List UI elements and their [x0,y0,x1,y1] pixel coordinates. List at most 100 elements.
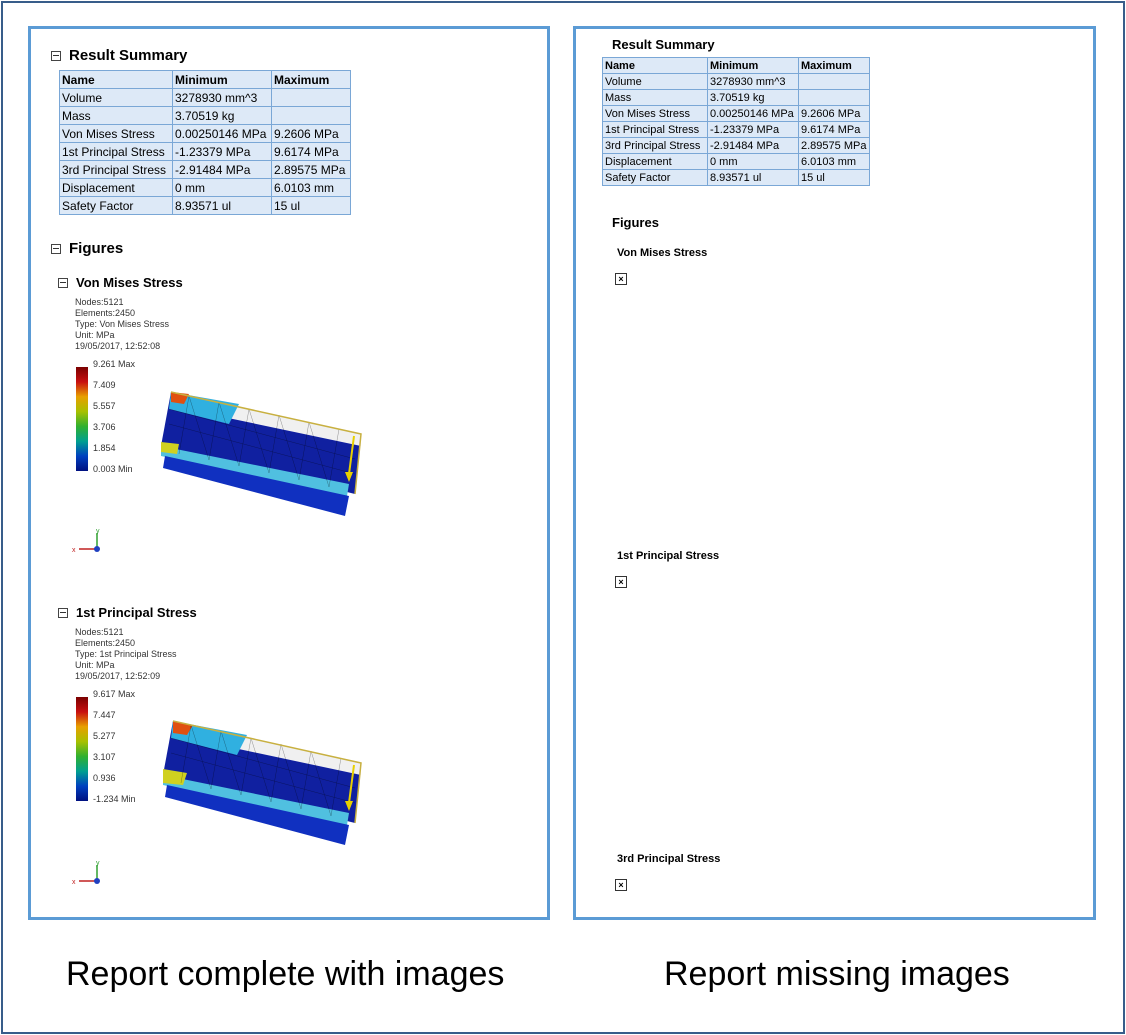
table-cell: -2.91484 MPa [172,160,272,179]
collapse-icon[interactable] [51,50,61,61]
table-row: Mass 3.70519 kg [59,106,351,125]
table-cell: 6.0103 mm [271,178,351,197]
column-header: Name [602,57,708,74]
broken-image-icon: × [615,576,627,588]
legend-label: 9.261 Max [93,359,136,369]
table-cell: -1.23379 MPa [172,142,272,161]
figure-heading-3rd-principal: 3rd Principal Stress [617,853,721,865]
table-cell: Von Mises Stress [602,105,708,122]
collapse-icon[interactable] [58,277,68,288]
table-row: Safety Factor 8.93571 ul 15 ul [59,196,351,215]
triad-y-label: y [96,528,100,535]
table-cell: 3.70519 kg [707,89,799,106]
table-cell: Safety Factor [602,169,708,186]
collapse-icon[interactable] [51,243,61,254]
table-row: 3rd Principal Stress -2.91484 MPa 2.89575 … [602,137,870,154]
table-cell: 15 ul [798,169,870,186]
table-header-row: Name Minimum Maximum [59,70,351,89]
legend-label: 9.617 Max [93,689,136,699]
triad-x-label: x [72,547,76,554]
legend-label: 7.409 [93,380,116,390]
caption-left: Report complete with images [66,955,505,993]
table-cell: -1.23379 MPa [707,121,799,138]
figures-heading: Figures [612,215,659,230]
result-summary-table: Name Minimum Maximum Volume 3278930 mm^3 Mass… [602,57,870,186]
table-cell: Displacement [59,178,173,197]
legend-label: -1.234 Min [93,794,136,804]
table-row: 1st Principal Stress -1.23379 MPa 9.6174 M… [59,142,351,161]
table-cell: 3rd Principal Stress [59,160,173,179]
triad-y-label: y [96,860,100,867]
table-cell: 6.0103 mm [798,153,870,170]
table-cell [798,89,870,106]
table-cell: Safety Factor [59,196,173,215]
result-summary-heading[interactable]: Result Summary [51,47,187,64]
table-row: Safety Factor 8.93571 ul 15 ul [602,169,870,186]
figures-heading[interactable]: Figures [51,240,123,257]
table-cell: Mass [602,89,708,106]
legend-label: 3.107 [93,752,116,762]
broken-image-icon: × [615,879,627,891]
legend-label: 1.854 [93,443,116,453]
table-cell: Volume [59,88,173,107]
table-cell: 1st Principal Stress [59,142,173,161]
table-row: Mass 3.70519 kg [602,89,870,106]
table-cell: 15 ul [271,196,351,215]
color-legend-bar [76,697,88,801]
table-cell: 9.6174 MPa [798,121,870,138]
report-missing-panel: Result Summary Name Minimum Maximum Volume 3… [573,26,1096,920]
table-cell: 8.93571 ul [707,169,799,186]
table-cell: Mass [59,106,173,125]
table-cell [271,88,351,107]
broken-image-icon: × [615,273,627,285]
table-cell: 3278930 mm^3 [172,88,272,107]
legend-label: 5.557 [93,401,116,411]
report-complete-panel: Result Summary Name Minimum Maximum Volume 3… [28,26,550,920]
collapse-icon[interactable] [58,607,68,618]
table-cell [798,73,870,90]
triad-x-label: x [72,879,76,886]
stress-model-image [163,720,362,845]
figure-heading-1st-principal[interactable]: 1st Principal Stress [58,605,197,620]
legend-label: 0.003 Min [93,464,133,474]
table-cell: Von Mises Stress [59,124,173,143]
table-cell: 3.70519 kg [172,106,272,125]
figure-heading-von-mises: Von Mises Stress [617,247,708,259]
result-summary-table: Name Minimum Maximum Volume 3278930 mm^3 Mass… [59,70,351,215]
result-summary-heading: Result Summary [612,37,715,52]
caption-right: Report missing images [664,955,1010,993]
column-header: Maximum [798,57,870,74]
table-row: Volume 3278930 mm^3 [602,73,870,90]
table-header-row: Name Minimum Maximum [602,57,870,74]
axis-triad-icon: y x [72,528,100,554]
table-row: Volume 3278930 mm^3 [59,88,351,107]
legend-label: 5.277 [93,731,116,741]
table-row: Displacement 0 mm 6.0103 mm [602,153,870,170]
axis-triad-icon: y x [72,860,100,886]
table-row: Von Mises Stress 0.00250146 MPa 9.2606 MPa [602,105,870,122]
table-row: 1st Principal Stress -1.23379 MPa 9.6174 M… [602,121,870,138]
table-cell: 9.2606 MPa [798,105,870,122]
figure-heading-von-mises[interactable]: Von Mises Stress [58,275,183,290]
table-cell: 2.89575 MPa [271,160,351,179]
figure-heading-1st-principal: 1st Principal Stress [617,550,720,562]
table-row: 3rd Principal Stress -2.91484 MPa 2.89575 … [59,160,351,179]
table-cell: 8.93571 ul [172,196,272,215]
table-cell: 3rd Principal Stress [602,137,708,154]
color-legend-bar [76,367,88,471]
stress-model-image [161,391,362,516]
table-cell: 9.2606 MPa [271,124,351,143]
table-cell: 0 mm [172,178,272,197]
table-cell: Volume [602,73,708,90]
table-cell: 2.89575 MPa [798,137,870,154]
table-cell: Displacement [602,153,708,170]
legend-label: 3.706 [93,422,116,432]
table-row: Von Mises Stress 0.00250146 MPa 9.2606 MPa [59,124,351,143]
column-header: Minimum [707,57,799,74]
legend-label: 7.447 [93,710,116,720]
table-cell: 1st Principal Stress [602,121,708,138]
figure-metadata: Nodes:5121 Elements:2450 Type: Von Mises… [75,297,170,351]
column-header: Name [59,70,173,89]
table-cell: 0.00250146 MPa [707,105,799,122]
column-header: Maximum [271,70,351,89]
